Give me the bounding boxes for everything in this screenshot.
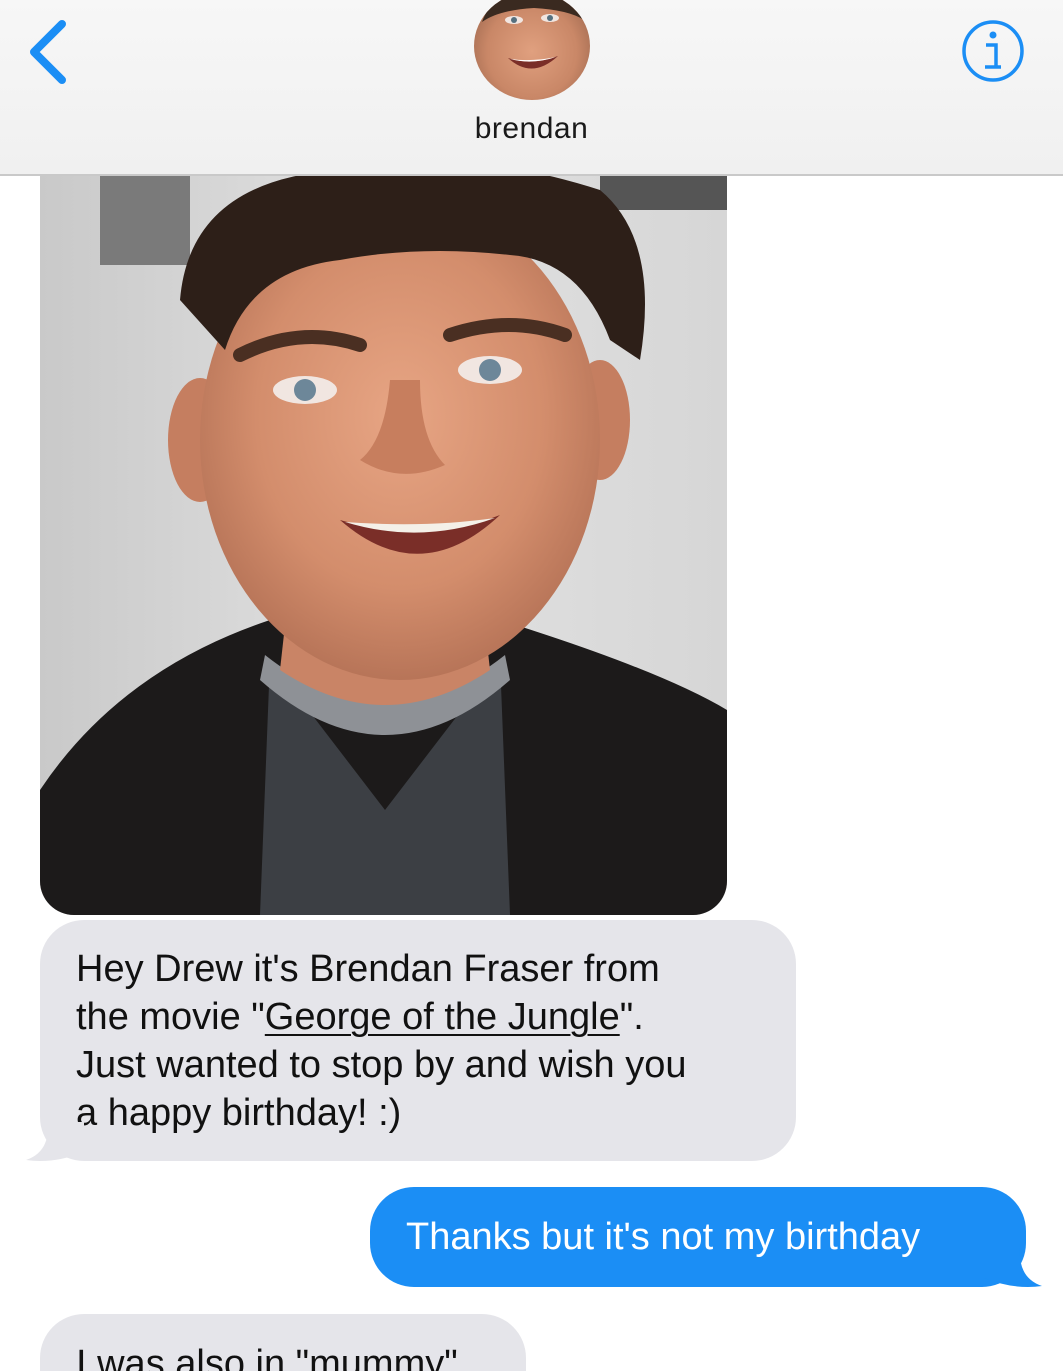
- navigation-bar: brendan: [0, 0, 1063, 176]
- message-line: Hey Drew it's Brendan Fraser from: [76, 948, 660, 990]
- incoming-message-bubble[interactable]: Hey Drew it's Brendan Fraser from the mo…: [40, 920, 796, 1161]
- incoming-message-bubble[interactable]: I was also in "mummy": [40, 1314, 526, 1371]
- message-line: a happy birthday! :): [76, 1092, 402, 1134]
- message-text: Thanks but it's not my birthday: [406, 1216, 921, 1258]
- contact-name[interactable]: brendan: [0, 112, 1063, 146]
- photo-message[interactable]: [40, 150, 727, 915]
- message-line: Just wanted to stop by and wish you: [76, 1044, 687, 1086]
- chevron-left-icon: [30, 20, 66, 84]
- info-button[interactable]: [960, 18, 1026, 84]
- outgoing-message-bubble[interactable]: Thanks but it's not my birthday: [370, 1187, 1026, 1287]
- portrait-photo: [40, 150, 727, 915]
- message-line: the movie "George of the Jungle".: [76, 993, 760, 1041]
- bubble-tail: [26, 1122, 84, 1161]
- movie-link[interactable]: George of the Jungle: [265, 996, 620, 1038]
- message-text: ".: [619, 996, 644, 1038]
- message-text: the movie ": [76, 996, 265, 1038]
- bubble-tail: [984, 1248, 1042, 1287]
- messages-screen: Hey Drew it's Brendan Fraser from the mo…: [0, 0, 1063, 1371]
- avatar-face: [482, 0, 584, 69]
- info-icon: [962, 20, 1024, 82]
- back-button[interactable]: [22, 14, 82, 90]
- avatar[interactable]: [474, 0, 590, 100]
- message-text: I was also in "mummy": [76, 1343, 458, 1371]
